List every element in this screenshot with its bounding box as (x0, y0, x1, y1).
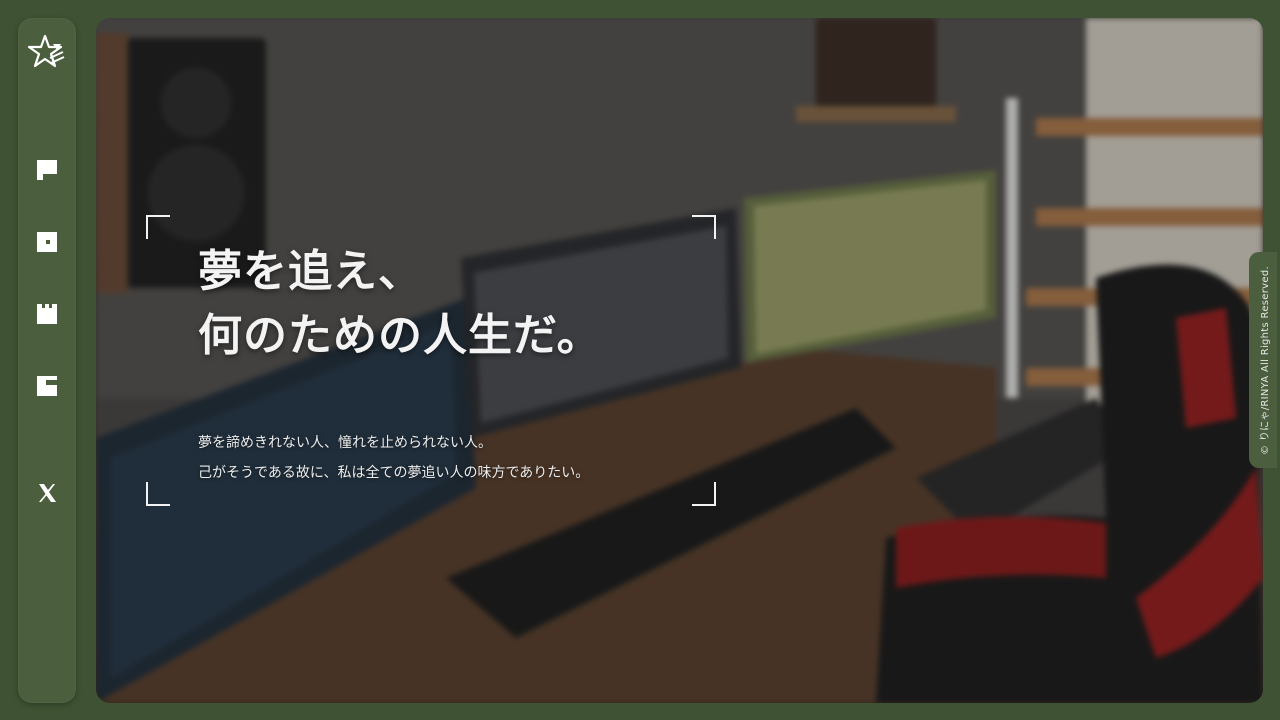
nav-item-2[interactable] (35, 230, 59, 254)
copyright-tab: © りにゃ/RINYA All Rights Reserved. (1249, 252, 1277, 468)
hero-headline: 夢を追え、 何のための人生だ。 (198, 240, 718, 368)
subtext-line-1: 夢を諦めきれない人、憧れを止められない人。 (198, 435, 492, 451)
nav-square-icon-4 (37, 376, 57, 396)
headline-line-1: 夢を追え、 (198, 246, 423, 297)
hero-section: 夢を追え、 何のための人生だ。 夢を諦めきれない人、憧れを止められない人。 己が… (96, 18, 1263, 703)
star-logo-icon[interactable] (27, 32, 67, 72)
nav-item-x[interactable] (35, 481, 59, 505)
hero-subtext: 夢を諦めきれない人、憧れを止められない人。 己がそうである故に、私は全ての夢追い… (198, 428, 718, 488)
headline-line-2: 何のための人生だ。 (198, 310, 602, 361)
nav-item-3[interactable] (35, 302, 59, 326)
nav-square-icon-2 (37, 232, 57, 252)
copyright-text: © りにゃ/RINYA All Rights Reserved. (1259, 265, 1271, 455)
nav-square-icon-3 (37, 304, 57, 324)
subtext-line-2: 己がそうである故に、私は全ての夢追い人の味方でありたい。 (198, 465, 590, 481)
frame-corner-bottom-left (146, 482, 170, 506)
sidebar (18, 18, 76, 703)
nav-item-1[interactable] (35, 158, 59, 182)
frame-corner-top-right (692, 215, 716, 239)
x-social-icon (39, 484, 56, 502)
nav-item-4[interactable] (35, 374, 59, 398)
frame-corner-top-left (146, 215, 170, 239)
nav-square-icon-1 (37, 160, 57, 180)
